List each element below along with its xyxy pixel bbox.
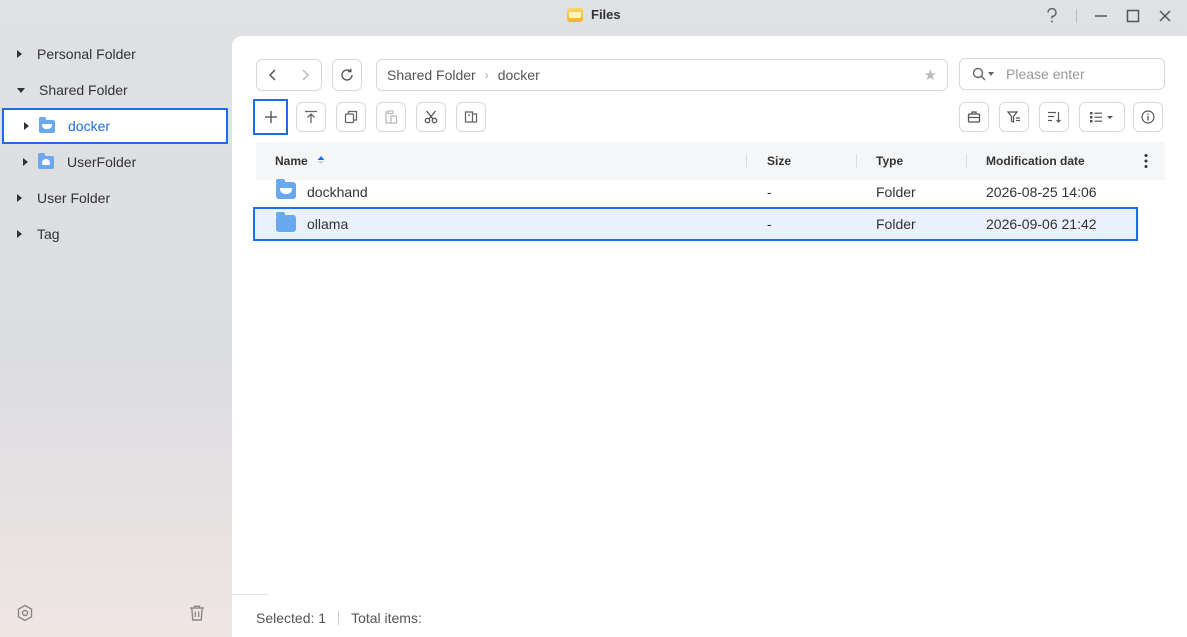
folder-icon [276,212,296,232]
sidebar-item-label: Personal Folder [37,46,136,62]
chevron-right-icon [302,69,310,81]
window-title: Files [591,7,621,22]
sidebar-item-docker[interactable]: docker [2,108,228,144]
sidebar-item-label: User Folder [37,190,111,206]
caret-right-icon[interactable] [17,194,22,202]
move-button[interactable] [456,102,486,132]
file-modified: 2026-08-25 14:06 [986,184,1097,200]
selected-count: Selected: 1 [256,610,327,626]
search-box [959,58,1165,90]
file-modified: 2026-09-06 21:42 [986,216,1097,232]
caret-right-icon[interactable] [24,122,29,130]
file-name: ollama [307,216,349,232]
sort-icon [1048,111,1061,123]
table-header: Name Size Type Modification date [256,142,1165,180]
file-type: Folder [876,184,916,200]
column-header-label: Name [275,154,308,168]
file-name: dockhand [307,184,368,200]
file-size: - [767,184,772,200]
sort-ascending-icon [317,156,325,164]
paste-icon [385,110,398,124]
refresh-icon [341,68,353,81]
column-header-size[interactable]: Size [767,154,791,168]
column-options-icon[interactable] [1144,153,1148,172]
paste-button[interactable] [376,102,406,132]
question-icon[interactable] [1042,6,1062,26]
table-row[interactable]: dockhand - Folder 2026-08-25 14:06 [256,176,1136,208]
chevron-left-icon [268,69,276,81]
cut-icon [424,110,438,124]
briefcase-icon [967,111,981,123]
filter-icon [1007,111,1020,123]
caret-right-icon[interactable] [23,158,28,166]
file-type: Folder [876,216,916,232]
status-bar: Selected: 1 Total items: [256,610,422,626]
briefcase-button[interactable] [959,102,989,132]
trash-icon[interactable] [187,603,207,623]
upload-icon [305,110,317,123]
docker-folder-icon [39,116,55,133]
main-panel: Shared Folder › docker ★ Please enter Na… [232,36,1187,637]
info-icon [1141,110,1155,124]
sidebar-item-user-folder[interactable]: User Folder [0,180,232,216]
cut-button[interactable] [416,102,446,132]
caret-down-icon [988,72,994,76]
sidebar-item-tag[interactable]: Tag [0,216,232,252]
files-app-icon [567,7,583,22]
sidebar-item-personal-folder[interactable]: Personal Folder [0,36,232,72]
move-icon [464,111,478,123]
settings-icon[interactable] [15,603,35,623]
nav-button-group [256,59,322,91]
docker-folder-icon [276,179,296,199]
status-divider [338,611,340,625]
info-button[interactable] [1133,102,1163,132]
search-icon[interactable] [972,67,994,81]
view-mode-button[interactable] [1079,102,1125,132]
close-icon[interactable] [1155,6,1175,26]
copy-icon [344,110,358,124]
column-header-type[interactable]: Type [876,154,903,168]
title-bar: Files [0,0,1187,32]
sidebar: Personal Folder Shared Folder docker Use… [0,36,232,637]
back-button[interactable] [257,60,289,90]
add-button[interactable] [253,99,288,135]
sidebar-item-label: docker [68,118,111,134]
upload-button[interactable] [296,102,326,132]
chevron-right-icon: › [484,68,489,82]
sort-button[interactable] [1039,102,1069,132]
forward-button[interactable] [289,60,321,90]
footer-divider [232,594,268,595]
sidebar-item-label: Tag [37,226,60,242]
column-divider [856,154,857,168]
app-title: Files [567,7,621,22]
filter-button[interactable] [999,102,1029,132]
sidebar-item-shared-folder[interactable]: Shared Folder [0,72,232,108]
table-row[interactable]: ollama - Folder 2026-09-06 21:42 [253,207,1138,241]
breadcrumb-shared-folder[interactable]: Shared Folder [387,67,476,83]
column-divider [966,154,967,168]
file-size: - [767,216,772,232]
caret-down-icon[interactable] [17,87,25,93]
minimize-icon[interactable] [1091,6,1111,26]
column-divider [746,154,747,168]
view-list-icon [1090,112,1113,123]
maximize-icon[interactable] [1123,6,1143,26]
sidebar-item-label: UserFolder [67,154,137,170]
sidebar-item-label: Shared Folder [39,82,128,98]
caret-right-icon[interactable] [17,230,22,238]
star-icon[interactable]: ★ [924,66,937,84]
caret-right-icon[interactable] [17,50,22,58]
total-items: Total items: [351,610,422,626]
breadcrumb-docker[interactable]: docker [498,67,540,83]
title-divider [1076,9,1077,23]
refresh-button[interactable] [332,59,362,91]
user-folder-icon [38,152,54,169]
column-header-name[interactable]: Name [275,154,325,168]
copy-button[interactable] [336,102,366,132]
search-input[interactable] [1004,65,1148,83]
column-header-modified[interactable]: Modification date [986,154,1085,168]
breadcrumb: Shared Folder › docker ★ [376,59,948,91]
sidebar-item-userfolder[interactable]: UserFolder [0,144,232,180]
add-icon [264,111,277,123]
